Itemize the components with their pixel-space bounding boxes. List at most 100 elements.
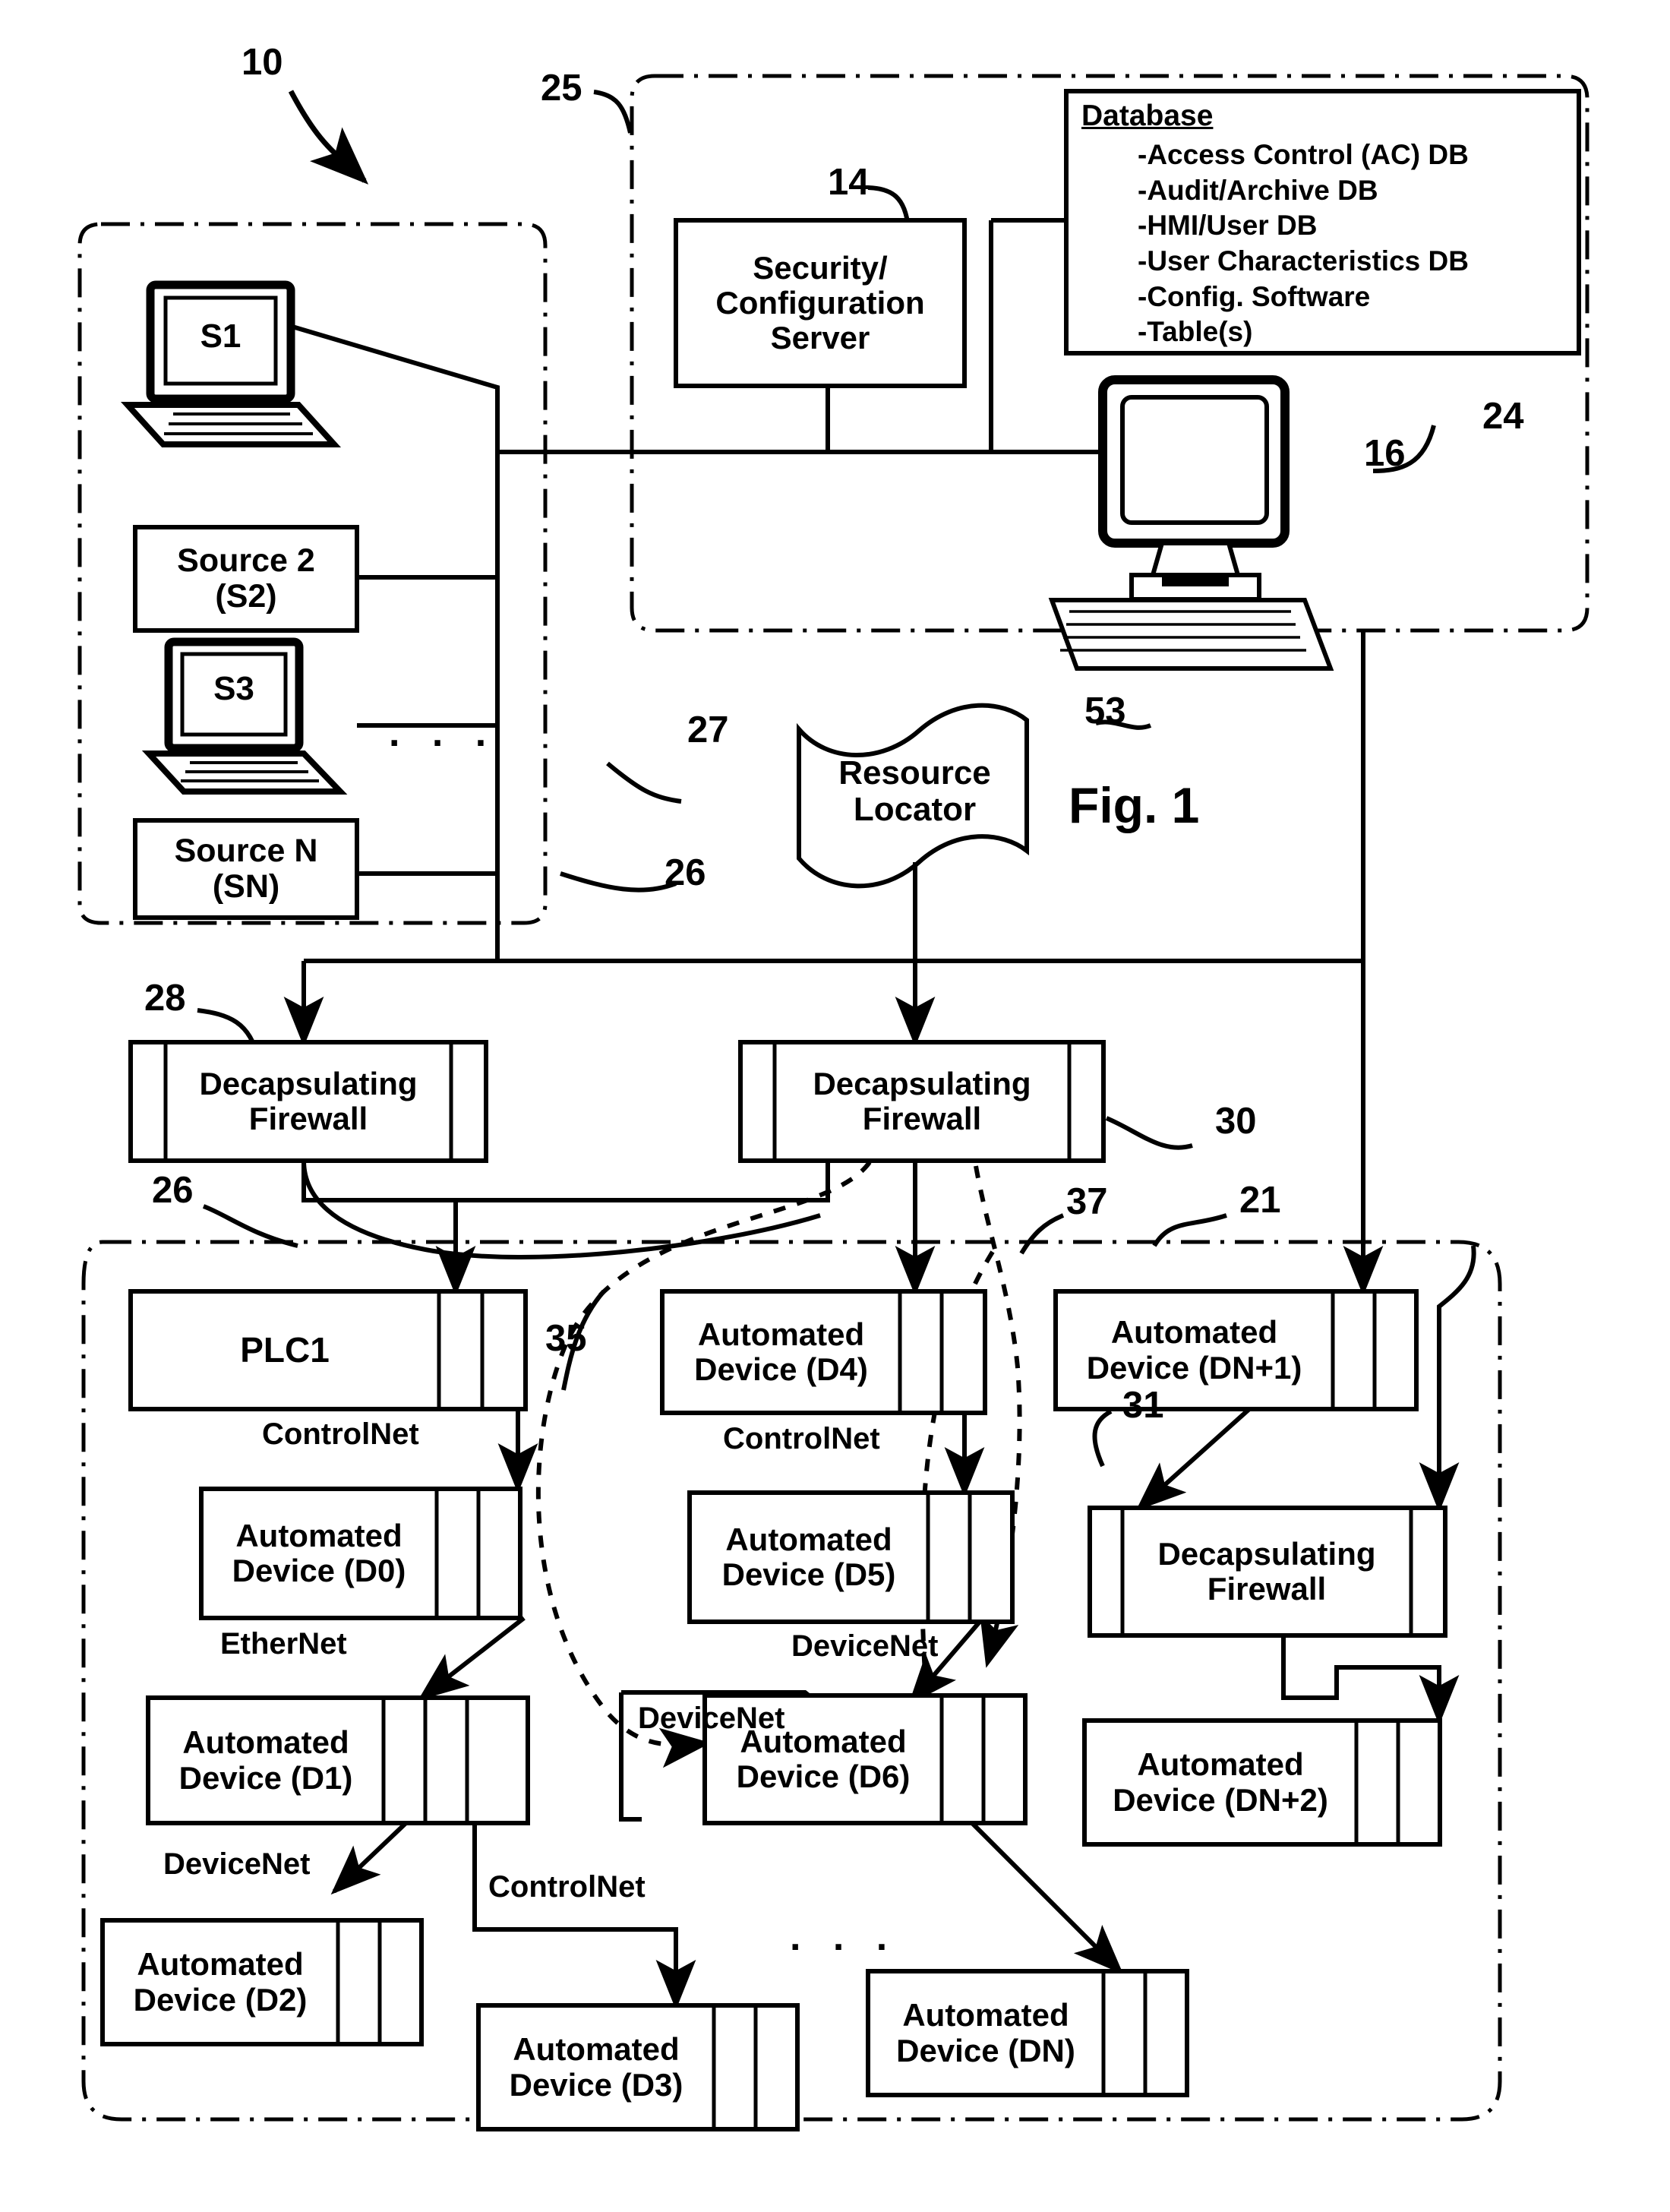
d0-line1: Automated xyxy=(235,1517,403,1553)
d3-line2: Device (D3) xyxy=(509,2066,683,2103)
laptop-screen-label-s3: S3 xyxy=(213,670,254,707)
d2-line1: Automated xyxy=(137,1946,304,1983)
device-label-d4: Automated Device (D4) xyxy=(662,1291,900,1413)
ref-30: 30 xyxy=(1215,1101,1257,1142)
ref-24: 24 xyxy=(1482,396,1524,437)
plant-ellipsis: . . . xyxy=(790,1915,898,1959)
laptop-screen-label-s1: S1 xyxy=(200,318,242,355)
d4-line2: Device (D4) xyxy=(694,1351,868,1387)
firewall-mid-line2: Firewall xyxy=(862,1101,982,1136)
database-title: Database xyxy=(1081,100,1214,132)
security-server-line2: Configuration xyxy=(715,284,925,321)
source2-name: Source 2 xyxy=(177,542,315,579)
leader-27 xyxy=(606,761,682,804)
desktop-computer-icon xyxy=(1048,375,1334,671)
link-d0-d1 xyxy=(418,1616,526,1701)
dn2-line1: Automated xyxy=(1137,1746,1304,1783)
network-label-d0-d1: EtherNet xyxy=(220,1627,347,1661)
d5-line1: Automated xyxy=(725,1521,892,1557)
leader-25 xyxy=(593,90,633,134)
figure-canvas: 10 25 14 24 16 27 26 53 28 30 26 37 21 3… xyxy=(0,0,1670,2212)
d6-line2: Device (D6) xyxy=(736,1759,911,1794)
firewall-right-line1: Decapsulating xyxy=(1157,1535,1376,1572)
link-d1-d3 xyxy=(472,1815,696,2010)
leader-26-plant xyxy=(202,1204,298,1248)
link-fw31-dn2 xyxy=(1281,1637,1460,1725)
database-item-4: -Config. Software xyxy=(1138,280,1371,312)
leader-30 xyxy=(1105,1116,1193,1150)
d4-line1: Automated xyxy=(697,1316,865,1352)
ref-10: 10 xyxy=(242,42,283,83)
sourcen-name: Source N xyxy=(174,832,318,869)
resource-locator-line1: Resource xyxy=(838,754,991,792)
firewall-right-label: Decapsulating Firewall xyxy=(1122,1508,1411,1635)
device-label-d3: Automated Device (D3) xyxy=(478,2005,714,2129)
ref-21: 21 xyxy=(1239,1180,1281,1221)
database-content: Database -Access Control (AC) DB -Audit/… xyxy=(1081,97,1469,350)
plc1-line1: PLC1 xyxy=(240,1330,330,1370)
database-item-3: -User Characteristics DB xyxy=(1138,245,1469,276)
source2-label: Source 2 (S2) xyxy=(135,527,357,630)
ref-26-source: 26 xyxy=(665,852,706,893)
ref-14: 14 xyxy=(828,162,870,203)
figure-label: Fig. 1 xyxy=(1069,777,1200,833)
leader-10 xyxy=(288,90,369,185)
ref-16: 16 xyxy=(1364,433,1406,474)
ref-25: 25 xyxy=(541,68,582,109)
database-item-5: -Table(s) xyxy=(1138,316,1253,348)
d1-line1: Automated xyxy=(182,1724,349,1761)
firewall-left-line1: Decapsulating xyxy=(199,1065,418,1101)
leader-31 xyxy=(1092,1409,1113,1468)
d0-line2: Device (D0) xyxy=(232,1553,406,1588)
firewall-left-line2: Firewall xyxy=(248,1101,368,1136)
leader-37 xyxy=(1019,1213,1065,1255)
device-label-plc1: PLC1 xyxy=(131,1291,439,1409)
d5-line2: Device (D5) xyxy=(721,1556,896,1592)
network-label-d5-d6: DeviceNet xyxy=(791,1629,939,1663)
dn-line1: Automated xyxy=(902,1997,1069,2033)
database-item-0: -Access Control (AC) DB xyxy=(1138,139,1469,171)
sourcen-label: Source N (SN) xyxy=(135,820,357,918)
firewall-mid-label: Decapsulating Firewall xyxy=(775,1042,1069,1161)
ref-37: 37 xyxy=(1066,1181,1108,1222)
resource-locator-label: Resource Locator xyxy=(807,731,1023,852)
network-label-d1-d3: ControlNet xyxy=(488,1870,646,1904)
device-label-d2: Automated Device (D2) xyxy=(103,1920,338,2044)
d2-line2: Device (D2) xyxy=(133,1981,308,2018)
source2-sub: (S2) xyxy=(215,578,277,615)
firewall-mid-line1: Decapsulating xyxy=(813,1065,1031,1101)
d3-line1: Automated xyxy=(513,2031,680,2068)
ref-53: 53 xyxy=(1084,690,1126,732)
resource-locator-line2: Locator xyxy=(853,791,977,828)
wire-fwleft-out xyxy=(301,1161,456,1202)
firewall-right-line2: Firewall xyxy=(1207,1571,1327,1607)
d1-line2: Device (D1) xyxy=(178,1759,353,1796)
dn1-line1: Automated xyxy=(1110,1314,1278,1351)
sourcen-sub: (SN) xyxy=(212,868,280,905)
laptop-icon-s3 xyxy=(141,637,348,795)
dn2-line2: Device (DN+2) xyxy=(1113,1781,1328,1818)
security-server-line3: Server xyxy=(770,320,870,356)
device-label-dn1: Automated Device (DN+1) xyxy=(1056,1291,1333,1409)
network-label-d1-d2: DeviceNet xyxy=(163,1847,311,1881)
dn-line2: Device (DN) xyxy=(896,2032,1075,2068)
dn1-line2: Device (DN+1) xyxy=(1086,1349,1302,1386)
device-label-d1: Automated Device (D1) xyxy=(148,1698,384,1823)
ref-26-plant: 26 xyxy=(152,1170,194,1211)
device-label-dn2: Automated Device (DN+2) xyxy=(1084,1721,1356,1844)
network-label-d4-d5: ControlNet xyxy=(723,1422,880,1455)
security-server-line1: Security/ xyxy=(753,249,888,286)
ref-28: 28 xyxy=(144,978,186,1019)
device-label-d5: Automated Device (D5) xyxy=(690,1493,928,1622)
network-label-d6-in: DeviceNet xyxy=(638,1702,785,1735)
ref-35: 35 xyxy=(545,1318,587,1359)
wire-rail-fw31 xyxy=(1437,1245,1476,1466)
link-d1-d2 xyxy=(330,1813,416,1895)
firewall-left-label: Decapsulating Firewall xyxy=(166,1042,451,1161)
laptop-icon-s1 xyxy=(120,280,342,447)
device-label-dn: Automated Device (DN) xyxy=(868,1971,1103,2095)
database-item-1: -Audit/Archive DB xyxy=(1138,174,1378,206)
database-item-2: -HMI/User DB xyxy=(1138,210,1318,242)
device-label-d0: Automated Device (D0) xyxy=(201,1489,437,1618)
leader-26-source xyxy=(560,871,677,893)
